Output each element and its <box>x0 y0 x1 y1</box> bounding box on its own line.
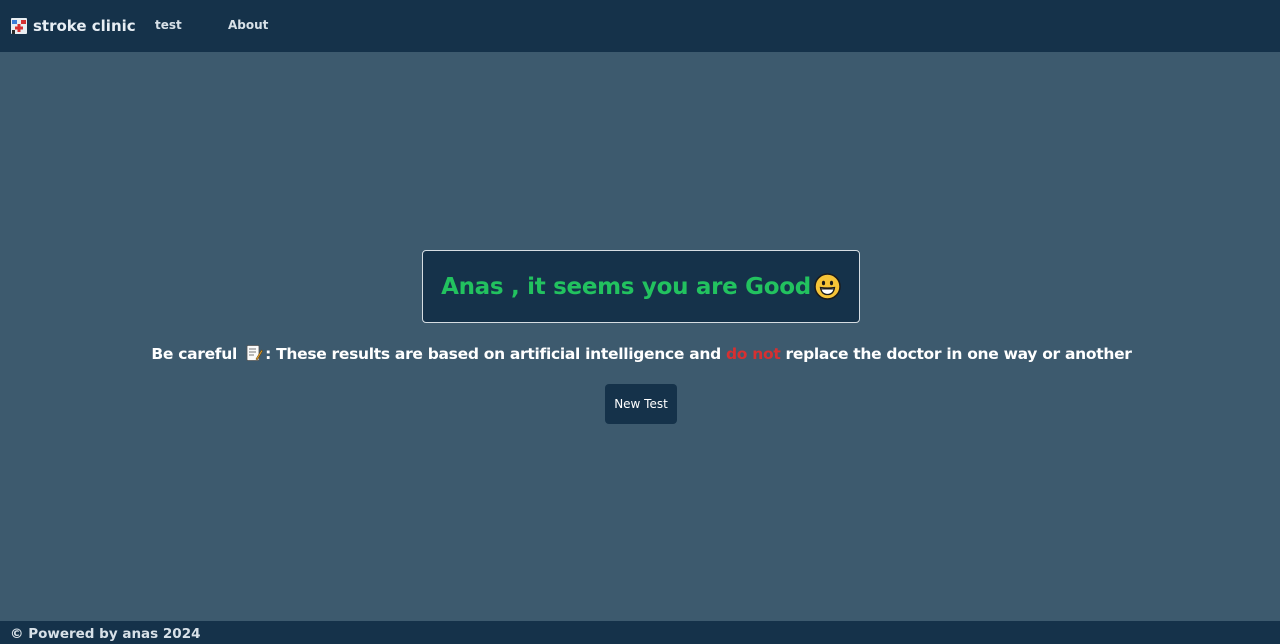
grinning-face-icon <box>814 273 841 300</box>
nav-link-test[interactable]: test <box>155 18 182 32</box>
footer: © Powered by anas 2024 <box>0 621 1280 644</box>
clinic-icon <box>10 17 28 35</box>
memo-icon <box>245 344 263 362</box>
result-message: Anas , it seems you are Good <box>441 273 841 300</box>
disclaimer: Be careful : These results are based on … <box>0 344 1280 363</box>
new-test-button[interactable]: New Test <box>605 384 677 424</box>
main-content: Anas , it seems you are Good Be careful <box>0 52 1280 621</box>
disclaimer-highlight: do not <box>726 345 781 363</box>
result-card: Anas , it seems you are Good <box>422 250 860 323</box>
footer-text: © Powered by anas 2024 <box>10 626 201 642</box>
brand[interactable]: stroke clinic <box>10 17 136 35</box>
disclaimer-text-after: replace the doctor in one way or another <box>785 345 1132 363</box>
disclaimer-text-before: : These results are based on artificial … <box>265 345 721 363</box>
navbar: stroke clinic test About <box>0 0 1280 52</box>
brand-name: stroke clinic <box>33 17 136 35</box>
result-text: Anas , it seems you are Good <box>441 274 811 300</box>
disclaimer-prefix: Be careful <box>151 345 237 363</box>
nav-link-about[interactable]: About <box>228 18 268 32</box>
